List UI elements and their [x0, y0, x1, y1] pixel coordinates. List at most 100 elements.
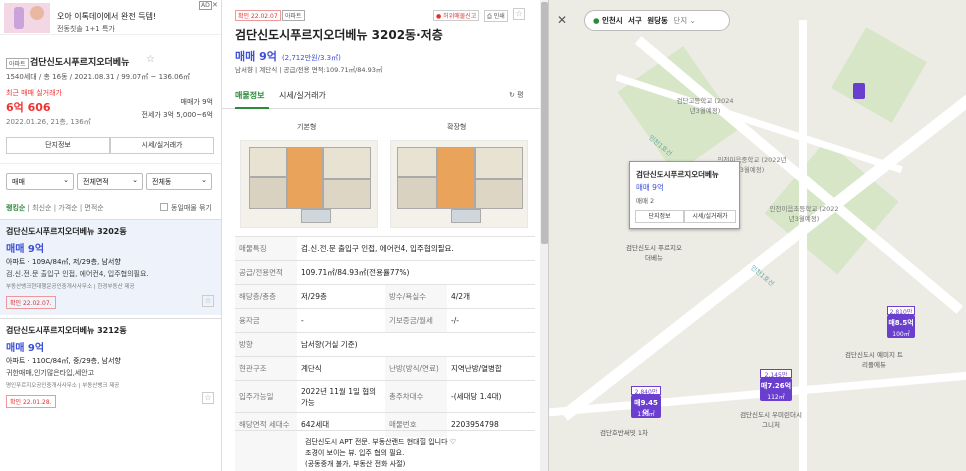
detail-price-per: (2,712만원/3.3㎡) [281, 54, 341, 62]
listing-favorite-icon[interactable]: ☆ [202, 295, 214, 307]
building-select[interactable]: 전체동 ⌄ [146, 173, 212, 190]
ad-subtext: 전동칫솔 1+1 특가 [57, 25, 115, 33]
ad-banner[interactable]: 오아 이톡데이에서 완전 득템! 전동칫솔 1+1 특가 AD ✕ [0, 0, 221, 35]
detail-confirm-tag: 확인 22.02.07 [235, 10, 281, 21]
popup-price-button[interactable]: 시세/실거래가 [684, 210, 736, 223]
region-breadcrumb[interactable]: ● 인천시 서구 원당동 단지 ⌄ [584, 10, 730, 31]
school-pin [853, 83, 865, 99]
area-value: 전체면적 [83, 178, 109, 186]
ad-image-product [14, 7, 24, 29]
pyeong-label: 평 [517, 91, 524, 99]
plan-bath [451, 209, 481, 223]
confirm-tag: 확인 22.02.07. [6, 296, 56, 309]
listing-card[interactable]: 검단신도시푸르지오더베뉴 3212동 매매 9억 아파트 · 110C/84㎡,… [0, 318, 221, 414]
marker-price: 매7.26억 [760, 382, 792, 390]
recent-price-label: 최근 매매 실거래가 [6, 89, 62, 97]
ad-image-person [30, 6, 44, 20]
listing-title: 검단신도시푸르지오더베뉴 3212동 [6, 326, 127, 335]
plan-room [249, 147, 287, 177]
location-pin-icon: ● [593, 16, 600, 25]
sort-area[interactable]: 면적순 [84, 204, 103, 212]
detail-title: 검단신도시푸르지오더베뉴 3202동·저층 [235, 28, 443, 42]
confirm-tag: 확인 22.01.28. [6, 395, 56, 408]
listing-favorite-icon[interactable]: ☆ [202, 392, 214, 404]
row-value: 4/2개 [447, 284, 535, 309]
row-label: 기보증금/월세 [385, 308, 447, 333]
complex-type-badge: 아파트 [6, 58, 29, 69]
plan-room [323, 147, 371, 179]
close-map-icon[interactable]: ✕ [557, 13, 567, 27]
row-label: 매물특징 [235, 236, 297, 261]
report-label: 허위매물신고 [443, 13, 477, 20]
region-district[interactable]: 서구 [628, 16, 642, 25]
map-view[interactable]: ✕ ● 인천시 서구 원당동 단지 ⌄ 검단고등학교 (2024년3월예정) 인… [549, 0, 966, 471]
sale-range: 매매가 9억 [180, 98, 213, 106]
row-label: 난방(방식/연료) [385, 356, 447, 381]
pyeong-toggle[interactable]: ↻ 평 [509, 90, 524, 100]
region-dong[interactable]: 원당동 [647, 16, 668, 25]
row-label: 공급/전용면적 [235, 260, 297, 285]
tab-listing-underline [235, 107, 269, 109]
note-line: (공동중개 불가, 부동산 전화 사절) [305, 460, 406, 468]
report-button[interactable]: ● 허위매물신고 [433, 10, 480, 21]
listing-card[interactable]: 검단신도시푸르지오더베뉴 3202동 매매 9억 아파트 · 109A/84㎡,… [0, 219, 221, 315]
popup-info-button[interactable]: 단지정보 [635, 210, 684, 223]
listing-panel: 오아 이톡데이에서 완전 득템! 전동칫솔 1+1 특가 AD ✕ 아파트 검단… [0, 0, 222, 471]
complex-info-button[interactable]: 단지정보 [6, 137, 110, 154]
tab-listing-info[interactable]: 매물정보 [235, 90, 264, 101]
row-value: -(세대당 1.4대) [447, 380, 535, 413]
region-complex[interactable]: 단지 [673, 16, 687, 25]
favorite-star-icon[interactable]: ☆ [146, 54, 155, 65]
sort-latest[interactable]: 최신순 [32, 204, 51, 212]
floor-plan-extended[interactable] [390, 140, 528, 228]
listing-desc: 검.신.전.문 출입구 인접, 에어컨4, 입주협의필요. [6, 270, 149, 278]
detail-favorite-icon[interactable]: ☆ [513, 8, 525, 20]
table-row: 해당층/총층 저/29층 방수/욕실수 4/2개 [235, 284, 535, 309]
table-row: 공급/전용면적 109.71㎡/84.93㎡(전용률77%) [235, 260, 535, 285]
detail-price: 매매 9억 [235, 50, 277, 63]
complex-name: 검단신도시푸르지오더베뉴 [30, 58, 130, 68]
floor-plan-basic[interactable] [240, 140, 378, 228]
plan-room [475, 179, 523, 209]
same-listing-checkbox[interactable] [160, 203, 168, 211]
sort-ranking[interactable]: 랭킹순 [6, 204, 25, 212]
print-icon: ⎙ [487, 13, 492, 20]
filter-divider [0, 163, 221, 164]
siren-icon: ● [436, 13, 442, 20]
plan-room [397, 177, 437, 209]
popup-price: 매매 9억 [636, 183, 664, 192]
print-button[interactable]: ⎙ 인쇄 [484, 10, 508, 22]
note-line: 조경이 보이는 뷰. 입주 협의 필요. [305, 449, 405, 457]
tab-price[interactable]: 시세/실거래가 [279, 90, 326, 101]
chevron-down-icon: ⌄ [132, 176, 138, 184]
scrollbar-thumb[interactable] [541, 2, 548, 244]
table-row: 현관구조 계단식 난방(방식/연료) 지역난방/열병합 [235, 356, 535, 381]
complex-price-button[interactable]: 시세/실거래가 [110, 137, 214, 154]
row-value: 계단식 [297, 356, 385, 381]
rent-range: 전세가 3억 5,000~6억 [141, 111, 213, 119]
road [799, 20, 807, 471]
marker-area: 110㎡ [637, 411, 655, 418]
map-label: 검단고등학교 (2024년3월예정) [676, 97, 734, 115]
marker-area: 100㎡ [892, 331, 910, 338]
map-label: 검단신도시 예미지 트리플에듀 [845, 351, 903, 369]
table-row: 방향 남서향(거실 기준) [235, 332, 535, 357]
trade-type-value: 매매 [12, 178, 25, 186]
listing-desc: 귀한매매,인기많은타입,세안고 [6, 369, 95, 377]
tab-bar [222, 84, 548, 109]
sort-price[interactable]: 가격순 [58, 204, 77, 212]
trade-type-select[interactable]: 매매 ⌄ [6, 173, 74, 190]
complex-popup[interactable]: 검단신도시푸르지오더베뉴 매매 9억 매매 2 단지정보 시세/실거래가 [629, 161, 740, 229]
region-city[interactable]: 인천시 [602, 16, 623, 25]
print-label: 인쇄 [493, 13, 505, 20]
recent-date: 2022.01.26, 21층, 136㎡ [6, 118, 91, 126]
listing-spec: 아파트 · 110C/84㎡, 중/29층, 남서향 [6, 357, 121, 365]
table-row: 매물특징 검.신.전.문 출입구 인접, 에어컨4, 입주협의필요. [235, 236, 535, 261]
plan-room [397, 147, 437, 177]
popup-title: 검단신도시푸르지오더베뉴 [636, 170, 719, 179]
row-value: -/- [447, 308, 535, 333]
ad-close-icon[interactable]: ✕ [212, 1, 218, 9]
plan-living [287, 147, 323, 209]
area-select[interactable]: 전체면적 ⌄ [77, 173, 143, 190]
row-value: - [297, 308, 385, 333]
